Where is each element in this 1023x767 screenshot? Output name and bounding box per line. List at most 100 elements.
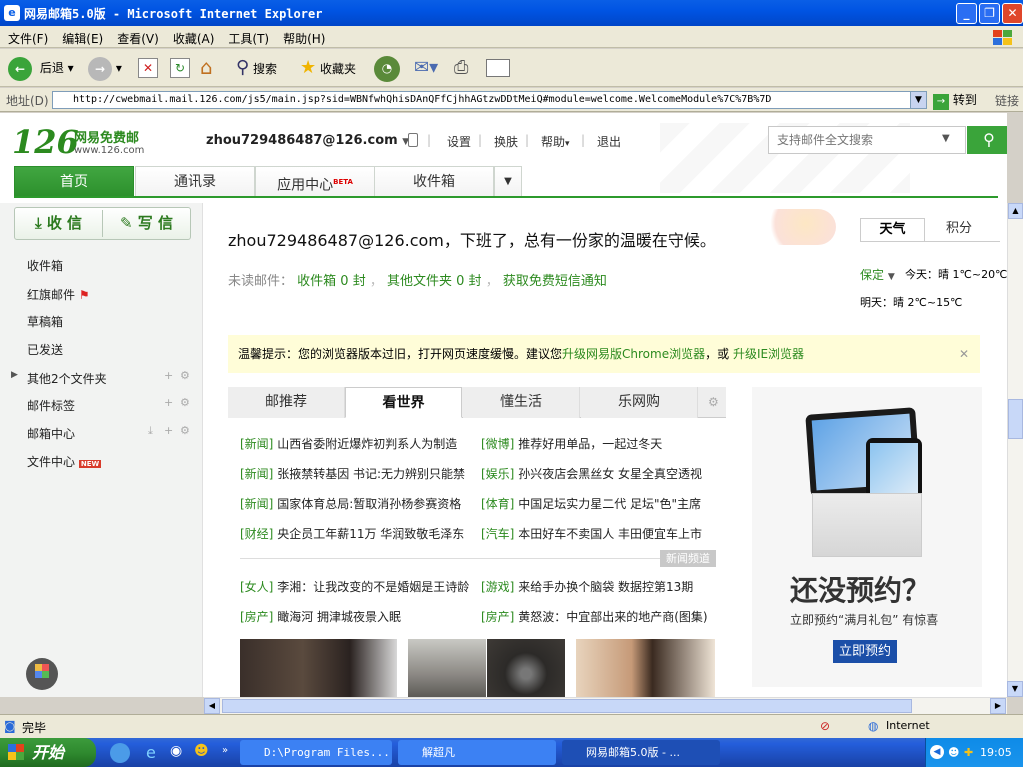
upgrade-ie-link[interactable]: 升级IE浏览器 [733, 347, 804, 361]
maximize-button[interactable]: ❐ [979, 3, 1000, 24]
home-icon[interactable]: ⌂ [200, 55, 213, 81]
help-link[interactable]: 帮助▾ [541, 133, 570, 150]
list-item[interactable]: [女人] 李湘：让我改变的不是婚姻是王诗龄 [240, 578, 469, 595]
quicklaunch-more-icon[interactable]: » [222, 745, 228, 756]
mobile-icon[interactable] [408, 133, 418, 147]
unread-inbox-link[interactable]: 收件箱 0 封 [297, 274, 366, 289]
download-icon[interactable]: ⤓ [148, 424, 153, 438]
tab-more-dropdown[interactable]: ▼ [494, 166, 522, 198]
clock[interactable]: 19:05 [980, 738, 1012, 767]
scroll-thumb[interactable] [1008, 399, 1023, 439]
unread-other-link[interactable]: 其他文件夹 0 封 [387, 274, 482, 289]
minimize-button[interactable]: _ [956, 3, 977, 24]
sidebar-item-flagged[interactable]: 红旗邮件 ⚑ [27, 286, 90, 303]
add-label-icon[interactable]: + [164, 396, 173, 409]
list-item[interactable]: [房产] 瞰海河 拥津城夜景入眠 [240, 608, 401, 625]
quicklaunch-icon[interactable] [110, 743, 130, 763]
chrome-quicklaunch-icon[interactable]: ◉ [170, 743, 182, 759]
window-titlebar[interactable]: e 网易邮箱5.0版 - Microsoft Internet Explorer… [0, 0, 1023, 26]
close-tip-icon[interactable]: ✕ [959, 347, 969, 361]
scroll-down-icon[interactable]: ▼ [1007, 681, 1023, 697]
add-folder-icon[interactable]: + [164, 369, 173, 382]
tab-home[interactable]: 首页 [14, 166, 134, 198]
mail-icon[interactable]: ✉▾ [414, 55, 438, 81]
list-item[interactable]: [房产] 黄怒波：中宜部出来的地产商(图集) [481, 608, 708, 625]
news-photo[interactable] [240, 639, 397, 697]
horizontal-scrollbar[interactable]: ◀ ▶ [204, 697, 1007, 714]
mail-search-input[interactable] [768, 126, 966, 154]
qq-tray-icon[interactable]: ☻ [948, 738, 959, 767]
app-grid-button[interactable] [26, 658, 58, 690]
vertical-scrollbar[interactable]: ▲ [1007, 203, 1023, 697]
sidebar-item-drafts[interactable]: 草稿箱 [27, 313, 63, 330]
search-button[interactable]: ⚲ 搜索 [236, 55, 277, 81]
sidebar-item-labels[interactable]: 邮件标签 [27, 397, 75, 414]
history-icon[interactable]: ◔ [374, 55, 400, 82]
settings-link[interactable]: 设置 [447, 133, 471, 150]
scroll-thumb[interactable] [222, 699, 912, 713]
write-button[interactable]: ✎ 写 信 [103, 208, 190, 239]
address-dropdown-icon[interactable]: ▼ [910, 91, 927, 109]
favorites-button[interactable]: ★ 收藏夹 [300, 55, 356, 81]
tab-contacts[interactable]: 通讯录 [135, 166, 255, 198]
stop-icon[interactable]: ✕ [138, 58, 158, 78]
task-ie-mail[interactable]: 网易邮箱5.0版 - ... [562, 740, 720, 765]
receive-button[interactable]: ⤓ 收 信 [15, 208, 102, 239]
refresh-icon[interactable]: ↻ [170, 58, 190, 78]
tab-world[interactable]: 看世界 [345, 387, 462, 418]
expand-arrow-icon[interactable]: ▶ [11, 370, 18, 380]
news-photo[interactable] [576, 639, 715, 697]
tab-app-center[interactable]: 应用中心BETA [255, 166, 375, 198]
address-input[interactable]: http://cwebmail.mail.126.com/js5/main.js… [52, 91, 927, 109]
tab-shopping[interactable]: 乐网购 [581, 387, 698, 418]
task-chat[interactable]: 解超凡 [398, 740, 556, 765]
tab-weather[interactable]: 天气 [860, 218, 925, 242]
menu-file[interactable]: 文件(F) [8, 30, 48, 47]
tab-inbox[interactable]: 收件箱 [374, 166, 494, 198]
list-item[interactable]: [游戏] 来给手办换个脑袋 数据控第13期 [481, 578, 693, 595]
list-item[interactable]: [新闻] 张掖禁转基因 书记:无力辨别只能禁 [240, 465, 465, 482]
scroll-left-icon[interactable]: ◀ [204, 698, 220, 714]
search-submit-button[interactable]: ⚲ [967, 126, 1007, 154]
tray-expand-icon[interactable]: ◀ [930, 745, 944, 759]
menu-edit[interactable]: 编辑(E) [62, 30, 103, 47]
news-photo[interactable] [487, 639, 565, 697]
menu-tools[interactable]: 工具(T) [228, 30, 269, 47]
task-explorer[interactable]: D:\Program Files... [240, 740, 392, 765]
tab-life[interactable]: 懂生活 [463, 387, 580, 418]
logout-link[interactable]: 退出 [597, 133, 621, 150]
menu-favorites[interactable]: 收藏(A) [173, 30, 215, 47]
gear-icon[interactable]: ⚙ [180, 424, 190, 437]
list-item[interactable]: [微博] 推荐好用单品，一起过冬天 [481, 435, 662, 452]
news-channel-link[interactable]: 新闻频道 [660, 550, 716, 567]
popup-blocked-icon[interactable]: ⊘ [820, 719, 830, 733]
sidebar-item-sent[interactable]: 已发送 [27, 341, 63, 358]
skin-link[interactable]: 换肤 [494, 133, 518, 150]
forward-button[interactable]: → ▾ [88, 55, 122, 81]
close-button[interactable]: ✕ [1002, 3, 1023, 24]
gear-icon[interactable]: ⚙ [180, 396, 190, 409]
go-button[interactable]: → 转到 [933, 91, 977, 110]
user-account-menu[interactable]: zhou729486487@126.com ▼ [206, 133, 409, 148]
qq-quicklaunch-icon[interactable]: ☻ [194, 743, 209, 759]
list-item[interactable]: [新闻] 山西省委附近爆炸初判系人为制造 [240, 435, 457, 452]
list-item[interactable]: [新闻] 国家体育总局:暂取消孙杨参赛资格 [240, 495, 461, 512]
tab-points[interactable]: 积分 [926, 218, 992, 242]
sms-notify-link[interactable]: 获取免费短信通知 [503, 274, 607, 289]
network-tray-icon[interactable]: ✚ [964, 738, 973, 767]
scroll-up-icon[interactable]: ▲ [1008, 203, 1023, 219]
list-item[interactable]: [财经] 央企员工年薪11万 华润致敬毛泽东 [240, 525, 464, 542]
add-icon[interactable]: + [164, 424, 173, 437]
gear-icon[interactable]: ⚙ [180, 369, 190, 382]
list-item[interactable]: [体育] 中国足坛实力星二代 足坛"色"主席 [481, 495, 701, 512]
list-item[interactable]: [汽车] 本田好车不卖国人 丰田便宜车上市 [481, 525, 702, 542]
news-photo[interactable] [408, 639, 486, 697]
ie-quicklaunch-icon[interactable]: e [146, 743, 156, 762]
sidebar-item-file-center[interactable]: 文件中心 NEW [27, 453, 102, 470]
book-now-button[interactable]: 立即预约 [833, 640, 897, 663]
list-item[interactable]: [娱乐] 孙兴夜店会黑丝女 女星全真空透视 [481, 465, 702, 482]
upgrade-chrome-link[interactable]: 升级网易版Chrome浏览器 [562, 347, 705, 361]
menu-view[interactable]: 查看(V) [117, 30, 159, 47]
tab-recommend[interactable]: 邮推荐 [228, 387, 345, 418]
logo-126[interactable]: 126 [12, 123, 79, 161]
